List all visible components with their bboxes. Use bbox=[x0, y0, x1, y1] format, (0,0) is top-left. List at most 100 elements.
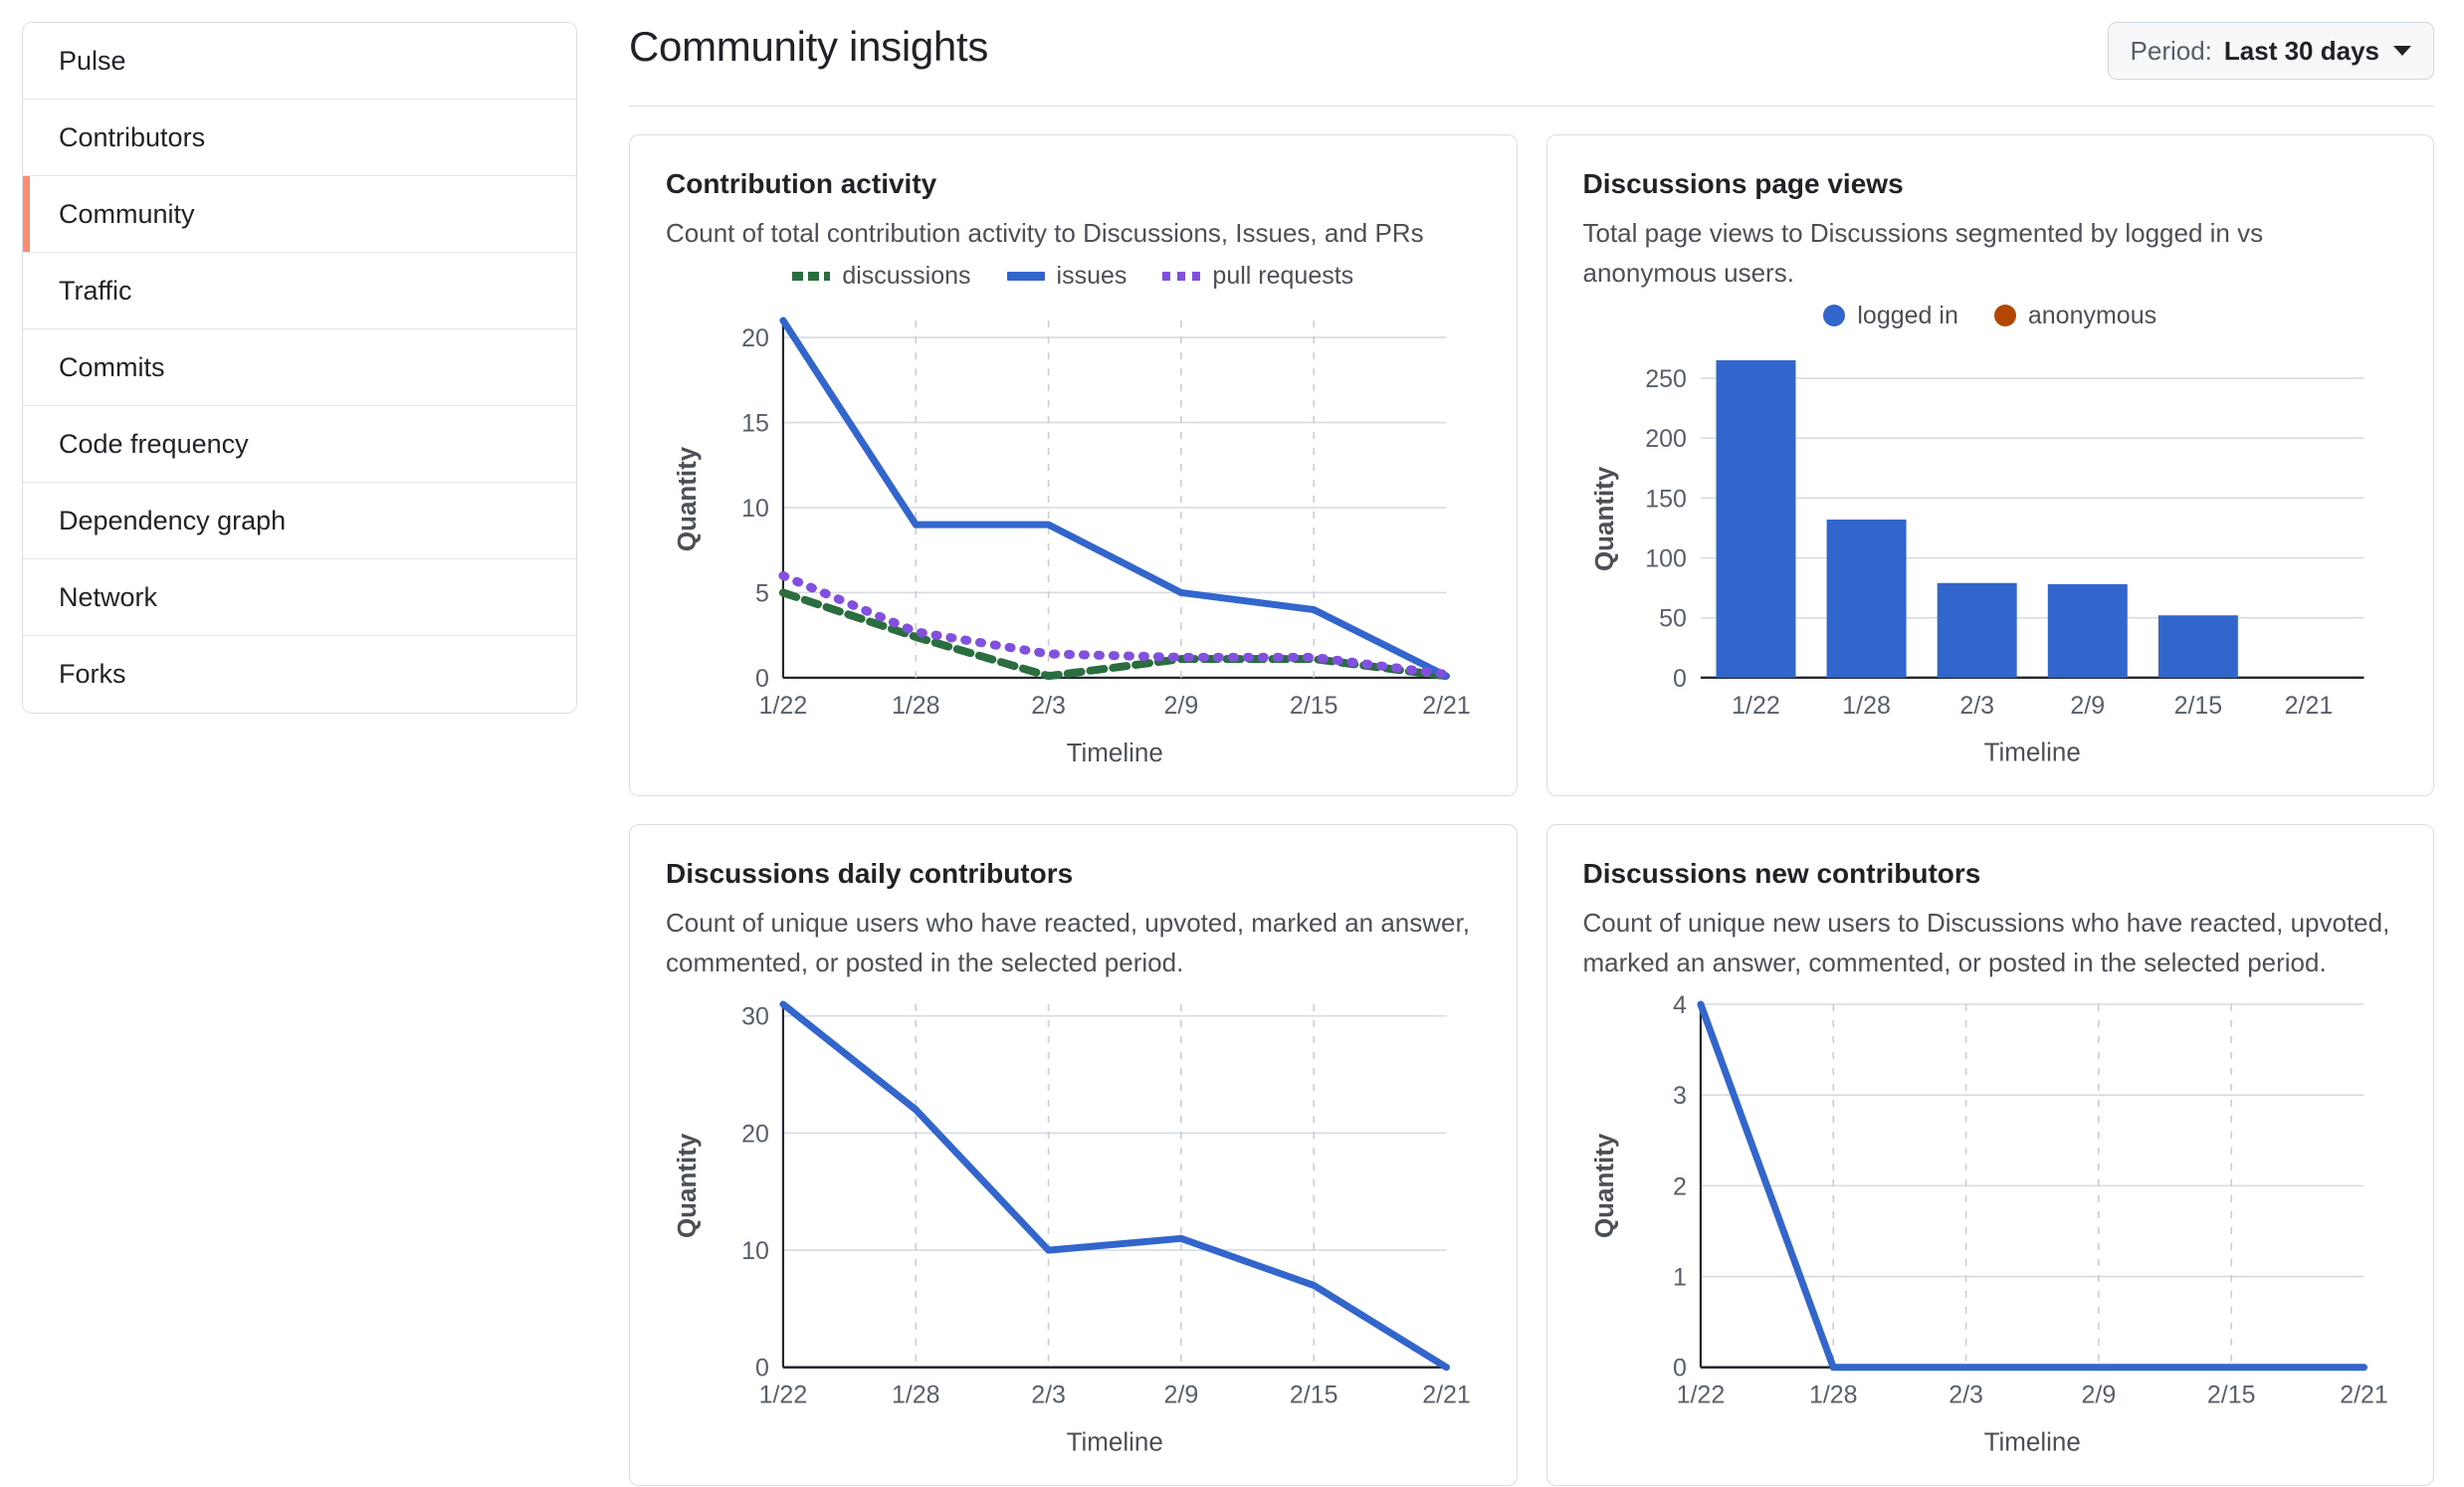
sidebar-item-dependency-graph[interactable]: Dependency graph bbox=[23, 483, 576, 559]
svg-text:Timeline: Timeline bbox=[1067, 1427, 1163, 1457]
sidebar-item-label: Pulse bbox=[59, 45, 126, 76]
period-value: Last 30 days bbox=[2223, 35, 2379, 66]
main-content: Community insights Period: Last 30 days … bbox=[599, 0, 2464, 1487]
svg-text:10: 10 bbox=[741, 495, 769, 523]
legend-item-issues[interactable]: issues bbox=[1006, 261, 1128, 291]
svg-text:2/3: 2/3 bbox=[1031, 1381, 1066, 1409]
svg-text:Quantity: Quantity bbox=[1588, 1134, 1618, 1239]
card-discussions-new-contributors: Discussions new contributors Count of un… bbox=[1545, 824, 2434, 1486]
legend-swatch-anonymous bbox=[1993, 305, 2016, 327]
card-title: Contribution activity bbox=[666, 168, 937, 199]
svg-text:1/22: 1/22 bbox=[1676, 1381, 1725, 1409]
svg-text:0: 0 bbox=[1673, 665, 1687, 693]
svg-text:200: 200 bbox=[1645, 425, 1687, 453]
legend-item-discussions[interactable]: discussions bbox=[792, 261, 971, 291]
svg-text:2: 2 bbox=[1673, 1173, 1687, 1201]
sidebar-item-contributors[interactable]: Contributors bbox=[23, 100, 576, 176]
svg-text:2/21: 2/21 bbox=[2340, 1381, 2388, 1409]
sidebar-item-label: Traffic bbox=[59, 275, 132, 306]
chart-discussions-page-views[interactable]: 0 50 100 150 200 250 1/22 1/28 2/3 2/9 2/15 2/21 Tim… bbox=[1583, 346, 2398, 769]
svg-text:1/28: 1/28 bbox=[892, 692, 940, 720]
sidebar-item-forks[interactable]: Forks bbox=[23, 636, 576, 713]
svg-text:2/3: 2/3 bbox=[1949, 1381, 1983, 1409]
legend-label: issues bbox=[1056, 261, 1128, 290]
svg-text:2/15: 2/15 bbox=[1290, 692, 1338, 720]
insight-cards-grid: Contribution activity Count of total con… bbox=[629, 134, 2434, 1486]
card-contribution-activity: Contribution activity Count of total con… bbox=[629, 134, 1518, 796]
legend-item-logged-in[interactable]: logged in bbox=[1823, 301, 1958, 330]
card-title: Discussions new contributors bbox=[1582, 858, 1981, 889]
sidebar-item-commits[interactable]: Commits bbox=[23, 329, 576, 406]
card-title: Discussions daily contributors bbox=[666, 858, 1074, 889]
svg-text:1/28: 1/28 bbox=[892, 1381, 940, 1409]
svg-text:2/21: 2/21 bbox=[1422, 692, 1471, 720]
sidebar: Pulse Contributors Community Traffic Com… bbox=[0, 0, 599, 1487]
page-header: Community insights Period: Last 30 days bbox=[629, 22, 2434, 106]
legend-swatch-logged-in bbox=[1823, 305, 1846, 327]
chart-legend: discussions issues pull requests bbox=[666, 253, 1481, 299]
svg-text:10: 10 bbox=[741, 1237, 769, 1265]
svg-text:Timeline: Timeline bbox=[1067, 738, 1163, 767]
svg-text:2/3: 2/3 bbox=[1031, 692, 1066, 720]
sidebar-nav-list: Pulse Contributors Community Traffic Com… bbox=[22, 22, 577, 714]
sidebar-item-label: Contributors bbox=[59, 121, 206, 152]
legend-item-pull-requests[interactable]: pull requests bbox=[1162, 262, 1353, 291]
sidebar-item-label: Forks bbox=[59, 659, 126, 689]
chevron-down-icon bbox=[2393, 46, 2411, 56]
legend-swatch-issues bbox=[1006, 271, 1045, 281]
svg-text:2/9: 2/9 bbox=[2081, 1381, 2116, 1409]
legend-label: anonymous bbox=[2027, 301, 2157, 329]
svg-text:2/9: 2/9 bbox=[2070, 692, 2105, 720]
svg-text:2/15: 2/15 bbox=[2173, 692, 2222, 720]
legend-label: discussions bbox=[842, 261, 971, 290]
card-discussions-page-views: Discussions page views Total page views … bbox=[1545, 134, 2434, 796]
page-title: Community insights bbox=[629, 23, 989, 70]
sidebar-item-pulse[interactable]: Pulse bbox=[23, 23, 576, 100]
svg-text:Quantity: Quantity bbox=[672, 1134, 702, 1239]
card-title: Discussions page views bbox=[1582, 168, 1904, 199]
sidebar-item-code-frequency[interactable]: Code frequency bbox=[23, 406, 576, 483]
chart-discussions-daily-contributors[interactable]: 0 10 20 30 1/22 1/28 2/3 2/9 2/15 2/21 Timeline Qua… bbox=[666, 990, 1481, 1459]
svg-text:20: 20 bbox=[741, 324, 769, 352]
svg-text:3: 3 bbox=[1673, 1083, 1687, 1111]
legend-swatch-pull-requests bbox=[1162, 271, 1201, 281]
insights-page: Pulse Contributors Community Traffic Com… bbox=[0, 0, 2464, 1487]
svg-text:2/21: 2/21 bbox=[1422, 1381, 1471, 1409]
period-label: Period: bbox=[2130, 35, 2212, 66]
svg-text:1/28: 1/28 bbox=[1808, 1381, 1857, 1409]
sidebar-item-label: Dependency graph bbox=[59, 505, 287, 535]
svg-text:50: 50 bbox=[1659, 605, 1687, 633]
svg-text:1/22: 1/22 bbox=[1732, 692, 1780, 720]
svg-text:1/22: 1/22 bbox=[759, 1381, 808, 1409]
svg-text:2/15: 2/15 bbox=[1290, 1381, 1338, 1409]
svg-text:1/28: 1/28 bbox=[1842, 692, 1891, 720]
chart-contribution-activity[interactable]: 0 5 10 15 20 1/22 1/28 2/3 2/9 2/15 2/21 Timeline Qu… bbox=[666, 307, 1481, 769]
legend-label: pull requests bbox=[1212, 261, 1354, 290]
card-description: Total page views to Discussions segmente… bbox=[1582, 217, 2264, 289]
legend-item-anonymous[interactable]: anonymous bbox=[1993, 301, 2157, 330]
sidebar-item-network[interactable]: Network bbox=[23, 559, 576, 636]
svg-text:0: 0 bbox=[755, 1355, 769, 1382]
svg-text:Quantity: Quantity bbox=[672, 446, 702, 551]
svg-text:Timeline: Timeline bbox=[1983, 1427, 2080, 1457]
sidebar-item-community[interactable]: Community bbox=[23, 176, 576, 253]
svg-text:4: 4 bbox=[1673, 991, 1687, 1019]
card-discussions-daily-contributors: Discussions daily contributors Count of … bbox=[629, 824, 1518, 1486]
svg-text:30: 30 bbox=[741, 1003, 769, 1031]
svg-text:250: 250 bbox=[1645, 365, 1687, 393]
sidebar-item-traffic[interactable]: Traffic bbox=[23, 253, 576, 329]
svg-text:0: 0 bbox=[1673, 1355, 1687, 1382]
period-dropdown-button[interactable]: Period: Last 30 days bbox=[2107, 22, 2434, 80]
svg-text:2/15: 2/15 bbox=[2206, 1381, 2255, 1409]
chart-discussions-new-contributors[interactable]: 0 1 2 3 4 1/22 1/28 2/3 2/9 2/15 2/21 Timeline Quant… bbox=[1583, 990, 2398, 1459]
svg-text:20: 20 bbox=[741, 1121, 769, 1149]
legend-label: logged in bbox=[1857, 301, 1958, 329]
sidebar-item-label: Commits bbox=[59, 351, 165, 382]
svg-text:0: 0 bbox=[755, 665, 769, 693]
svg-text:Timeline: Timeline bbox=[1983, 738, 2080, 767]
svg-text:Quantity: Quantity bbox=[1588, 466, 1618, 571]
card-description: Count of unique new users to Discussions… bbox=[1582, 907, 2390, 978]
chart-legend: logged in anonymous bbox=[1583, 293, 2398, 338]
svg-text:2/3: 2/3 bbox=[1959, 692, 1994, 720]
svg-text:1/22: 1/22 bbox=[759, 692, 808, 720]
